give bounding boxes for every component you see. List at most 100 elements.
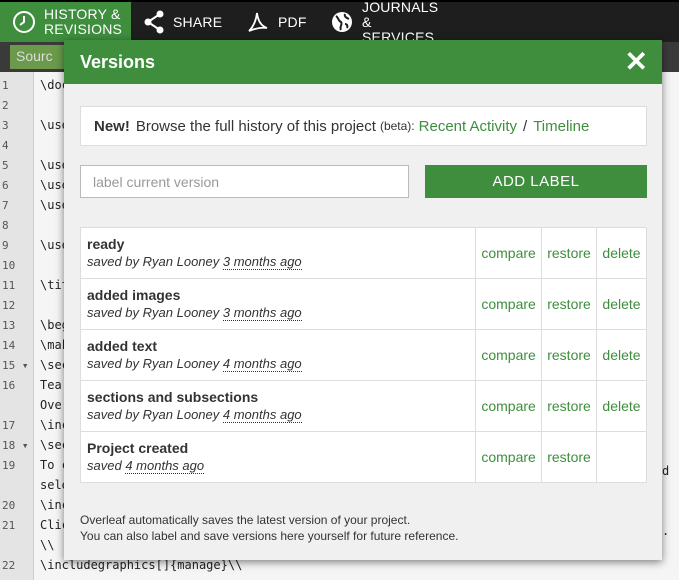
code-line: Tea: [40, 378, 62, 392]
version-saved-by: saved by Ryan Looney 3 months ago: [87, 304, 469, 322]
notice-beta: (beta):: [379, 119, 415, 133]
restore-link[interactable]: restore: [541, 380, 597, 432]
top-toolbar: HISTORY & REVISIONS SHARE PDF JOURNALS & S…: [0, 0, 679, 44]
modal-title: Versions: [80, 51, 156, 72]
line-number: 1: [2, 79, 9, 92]
footer-line-2: You can also label and save versions her…: [80, 529, 459, 543]
line-number: 4: [2, 139, 9, 152]
line-number: 15 ▾: [2, 359, 29, 372]
version-info: added images saved by Ryan Looney 3 month…: [79, 278, 477, 330]
pdf-button[interactable]: PDF: [234, 2, 318, 42]
code-line: \\: [40, 538, 55, 552]
line-number: 5: [2, 159, 9, 172]
saved-by-text: saved by Ryan Looney: [87, 305, 220, 320]
add-label-button[interactable]: ADD LABEL: [425, 165, 647, 198]
modal-header: Versions ✕: [64, 40, 662, 84]
compare-link[interactable]: compare: [475, 278, 543, 330]
share-button[interactable]: SHARE: [131, 2, 234, 42]
version-name: sections and subsections: [87, 389, 259, 405]
line-number: 12: [2, 299, 16, 312]
history-label-line1: HISTORY &: [44, 6, 121, 22]
line-number: 2: [2, 99, 9, 112]
version-saved-by: saved by Ryan Looney 4 months ago: [87, 355, 469, 373]
version-name: ready: [87, 236, 125, 252]
line-number: 21: [2, 519, 16, 532]
line-number: 22: [2, 559, 16, 572]
recent-activity-link[interactable]: Recent Activity: [419, 118, 517, 135]
saved-by-text: saved by Ryan Looney: [87, 254, 220, 269]
delete-link[interactable]: delete: [596, 227, 647, 279]
pdf-label: PDF: [278, 14, 307, 30]
line-number: 6: [2, 179, 9, 192]
line-number: 9: [2, 239, 9, 252]
share-icon: [144, 10, 164, 34]
share-label: SHARE: [173, 14, 223, 30]
code-line: \includegraphics[]{manage}\\: [40, 558, 243, 572]
version-saved-by: saved by Ryan Looney 4 months ago: [87, 406, 469, 424]
line-number: 18 ▾: [2, 439, 29, 452]
pdf-icon: [248, 12, 268, 32]
saved-time-ago: 3 months ago: [222, 305, 302, 321]
journals-services-button[interactable]: JOURNALS & SERVICES: [318, 0, 439, 44]
restore-link[interactable]: restore: [541, 329, 597, 381]
history-notice: New! Browse the full history of this pro…: [80, 106, 647, 146]
delete-link[interactable]: delete: [596, 329, 647, 381]
compare-link[interactable]: compare: [475, 227, 543, 279]
clock-icon: [13, 11, 35, 33]
line-number: 7: [2, 199, 9, 212]
saved-by-text: saved by Ryan Looney: [87, 356, 220, 371]
version-name: Project created: [87, 440, 189, 456]
version-info: sections and subsections saved by Ryan Lo…: [79, 380, 477, 432]
line-number: 14: [2, 339, 16, 352]
delete-link[interactable]: delete: [596, 380, 647, 432]
empty-action-cell: [596, 431, 647, 483]
saved-time-ago: 4 months ago: [125, 458, 205, 474]
version-info: Project created saved 4 months ago: [79, 431, 477, 483]
version-name: added text: [87, 338, 158, 354]
restore-link[interactable]: restore: [541, 278, 597, 330]
version-info: added text saved by Ryan Looney 4 months …: [79, 329, 477, 381]
restore-link[interactable]: restore: [541, 431, 597, 483]
saved-time-ago: 4 months ago: [222, 407, 302, 423]
notice-new-badge: New!: [94, 117, 130, 135]
version-name: added images: [87, 287, 181, 303]
line-number: 11: [2, 279, 16, 292]
notice-separator: /: [523, 117, 528, 135]
journals-label-line1: JOURNALS: [362, 0, 439, 15]
version-row: added text saved by Ryan Looney 4 months …: [79, 329, 647, 381]
restore-link[interactable]: restore: [541, 227, 597, 279]
line-number: 19: [2, 459, 16, 472]
version-row: ready saved by Ryan Looney 3 months ago co…: [79, 227, 647, 279]
version-info: ready saved by Ryan Looney 3 months ago: [79, 227, 477, 279]
version-saved-by: saved 4 months ago: [87, 457, 469, 475]
notice-text: Browse the full history of this project: [135, 117, 376, 135]
line-number: 8: [2, 219, 9, 232]
label-version-input[interactable]: [80, 165, 409, 198]
version-row: Project created saved 4 months ago compare…: [79, 431, 647, 483]
line-number: 10: [2, 259, 16, 272]
versions-table: ready saved by Ryan Looney 3 months ago co…: [79, 227, 647, 483]
compare-link[interactable]: compare: [475, 431, 543, 483]
saved-by-text: saved by Ryan Looney: [87, 407, 220, 422]
history-label: HISTORY & REVISIONS: [44, 7, 122, 37]
modal-footer-note: Overleaf automatically saves the latest …: [80, 512, 458, 544]
line-number: 20: [2, 499, 16, 512]
line-number: 16: [2, 379, 16, 392]
delete-link[interactable]: delete: [596, 278, 647, 330]
history-label-line2: REVISIONS: [44, 21, 123, 37]
saved-time-ago: 3 months ago: [222, 254, 302, 270]
code-line: Ove: [40, 398, 62, 412]
timeline-link[interactable]: Timeline: [533, 118, 589, 135]
versions-modal: Versions ✕ New! Browse the full history …: [64, 40, 662, 560]
history-revisions-button[interactable]: HISTORY & REVISIONS: [0, 2, 131, 42]
footer-line-1: Overleaf automatically saves the latest …: [80, 513, 411, 527]
saved-time-ago: 4 months ago: [222, 356, 302, 372]
version-row: added images saved by Ryan Looney 3 month…: [79, 278, 647, 330]
line-number: 13: [2, 319, 16, 332]
code-right-char-2: .: [662, 524, 670, 538]
compare-link[interactable]: compare: [475, 380, 543, 432]
close-icon[interactable]: ✕: [625, 48, 648, 76]
code-right-char-1: d: [662, 464, 670, 478]
compare-link[interactable]: compare: [475, 329, 543, 381]
line-number: 17: [2, 419, 16, 432]
